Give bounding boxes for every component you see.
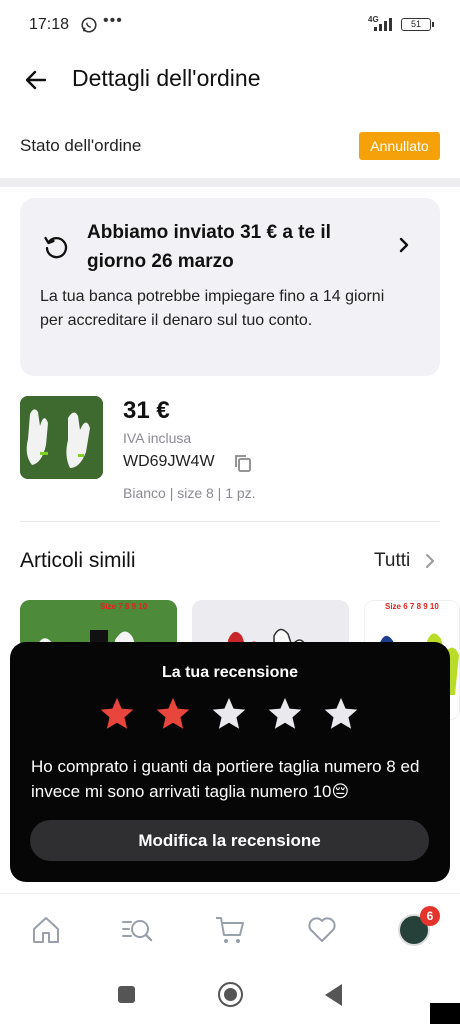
star-icon[interactable] xyxy=(98,695,136,733)
copy-icon[interactable] xyxy=(233,453,253,473)
divider xyxy=(20,521,440,522)
star-icon[interactable] xyxy=(210,695,248,733)
size-label: Size 6 7 8 9 10 xyxy=(385,602,439,611)
system-navigation-bar xyxy=(0,966,460,1024)
refund-history-icon xyxy=(44,236,68,259)
signal-icon xyxy=(374,18,392,31)
similar-items-title: Articoli simili xyxy=(20,549,136,572)
review-text: Ho comprato i guanti da portiere taglia … xyxy=(31,757,420,801)
back-arrow-icon[interactable] xyxy=(24,68,48,92)
order-state-label: Stato dell'ordine xyxy=(20,136,142,155)
battery-icon: 51 xyxy=(401,18,434,31)
app-header: Dettagli dell'ordine xyxy=(0,50,460,110)
product-image[interactable] xyxy=(20,396,103,479)
product-sku: WD69JW4W xyxy=(123,453,215,470)
review-sheet: La tua recensione Ho comprato i guanti d… xyxy=(10,642,450,882)
vat-label: IVA inclusa xyxy=(123,430,192,446)
star-icon[interactable] xyxy=(154,695,192,733)
whatsapp-icon xyxy=(81,17,97,33)
section-divider xyxy=(0,178,460,187)
cart-icon[interactable] xyxy=(214,914,246,946)
corner-overlay xyxy=(430,1003,460,1024)
home-icon[interactable] xyxy=(30,914,62,946)
recent-apps-button[interactable] xyxy=(118,986,135,1003)
status-bar: 17:18 ••• 4G 51 xyxy=(0,0,460,50)
heart-icon[interactable] xyxy=(306,914,338,946)
chevron-right-icon xyxy=(399,237,409,253)
refund-title: Abbiamo inviato 31 € a te il giorno 26 m… xyxy=(87,222,331,272)
back-button[interactable] xyxy=(325,984,342,1006)
home-button[interactable] xyxy=(218,982,243,1007)
page-title: Dettagli dell'ordine xyxy=(72,65,261,91)
review-title: La tua recensione xyxy=(161,664,299,681)
gloves-image xyxy=(20,396,103,479)
chevron-right-icon[interactable] xyxy=(422,552,438,570)
notification-badge: 6 xyxy=(420,906,440,926)
star-rating[interactable] xyxy=(98,695,362,735)
refund-description: La tua banca potrebbe impiegare fino a 1… xyxy=(40,288,385,329)
status-time: 17:18 xyxy=(29,16,70,33)
star-icon[interactable] xyxy=(322,695,360,733)
product-variant: Bianco | size 8 | 1 pz. xyxy=(123,485,256,501)
product-price: 31 € xyxy=(123,397,170,424)
size-label: Size 7 8 9 10 xyxy=(100,602,148,611)
bottom-navigation: 6 xyxy=(0,893,460,965)
star-icon[interactable] xyxy=(266,695,304,733)
more-notifications-icon: ••• xyxy=(103,12,123,29)
refund-card[interactable]: Abbiamo inviato 31 € a te il giorno 26 m… xyxy=(20,198,440,376)
see-all-link[interactable]: Tutti xyxy=(374,550,410,572)
edit-review-button[interactable]: Modifica la recensione xyxy=(30,820,429,861)
search-icon[interactable] xyxy=(121,914,153,946)
status-badge: Annullato xyxy=(359,132,440,160)
